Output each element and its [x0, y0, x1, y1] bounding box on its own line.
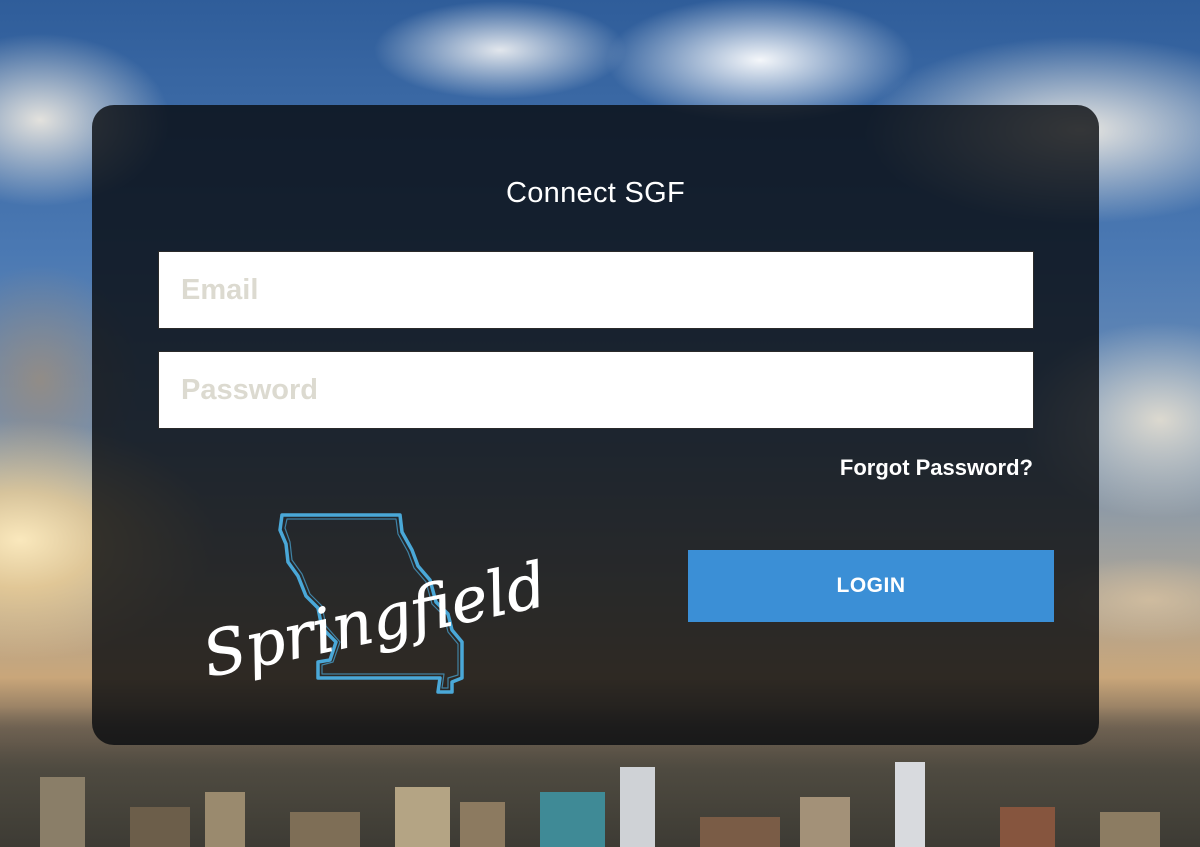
email-input[interactable]	[159, 252, 1033, 328]
login-page: Connect SGF Forgot Password? Springfield…	[0, 0, 1200, 847]
app-title: Connect SGF	[506, 177, 685, 209]
password-input[interactable]	[159, 352, 1033, 428]
forgot-password-link[interactable]: Forgot Password?	[840, 455, 1033, 481]
login-button[interactable]: LOGIN	[688, 550, 1054, 622]
password-field[interactable]	[158, 351, 1034, 429]
missouri-state-outline-icon: Springfield	[196, 513, 553, 694]
springfield-logo: Springfield	[190, 510, 560, 695]
email-field[interactable]	[158, 251, 1034, 329]
login-card: Connect SGF Forgot Password? Springfield…	[92, 105, 1099, 745]
logo-wordmark: Springfield	[196, 548, 552, 692]
